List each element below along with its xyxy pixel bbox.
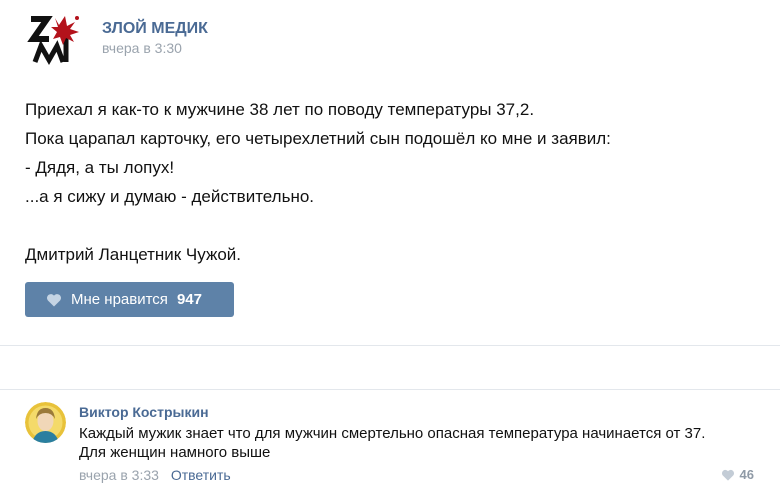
post-line: Пока царапал карточку, его четырехлетний… [25, 129, 611, 148]
community-logo-icon[interactable] [25, 12, 81, 68]
post-timestamp[interactable]: вчера в 3:30 [102, 40, 182, 56]
divider [0, 389, 780, 390]
post-line: - Дядя, а ты лопух! [25, 158, 175, 177]
comment-meta: вчера в 3:33 Ответить [79, 467, 231, 483]
comment-like-count: 46 [739, 467, 754, 482]
comment-like-button[interactable]: 46 [721, 467, 754, 482]
like-label: Мне нравится [71, 291, 168, 308]
like-button[interactable]: Мне нравится 947 [25, 282, 234, 317]
comment-text: Каждый мужик знает что для мужчин смерте… [79, 424, 759, 462]
heart-icon [46, 293, 62, 306]
heart-icon [721, 469, 734, 481]
community-name-link[interactable]: ЗЛОЙ МЕДИК [102, 20, 208, 38]
comment-author-link[interactable]: Виктор Кострыкин [79, 404, 209, 420]
post-body: Приехал я как-то к мужчине 38 лет по пов… [25, 95, 760, 269]
comment-timestamp[interactable]: вчера в 3:33 [79, 467, 159, 483]
divider [0, 345, 780, 346]
reply-link[interactable]: Ответить [171, 467, 231, 483]
post-line: Приехал я как-то к мужчине 38 лет по пов… [25, 100, 535, 119]
comment-line: Каждый мужик знает что для мужчин смерте… [79, 425, 706, 442]
post-line: ...а я сижу и думаю - действительно. [25, 187, 315, 206]
comment-line: Для женщин намного выше [79, 444, 271, 461]
post-line-blank [25, 211, 760, 240]
post-line: Дмитрий Ланцетник Чужой. [25, 245, 241, 264]
like-count: 947 [176, 291, 202, 308]
commenter-avatar[interactable] [25, 402, 66, 443]
